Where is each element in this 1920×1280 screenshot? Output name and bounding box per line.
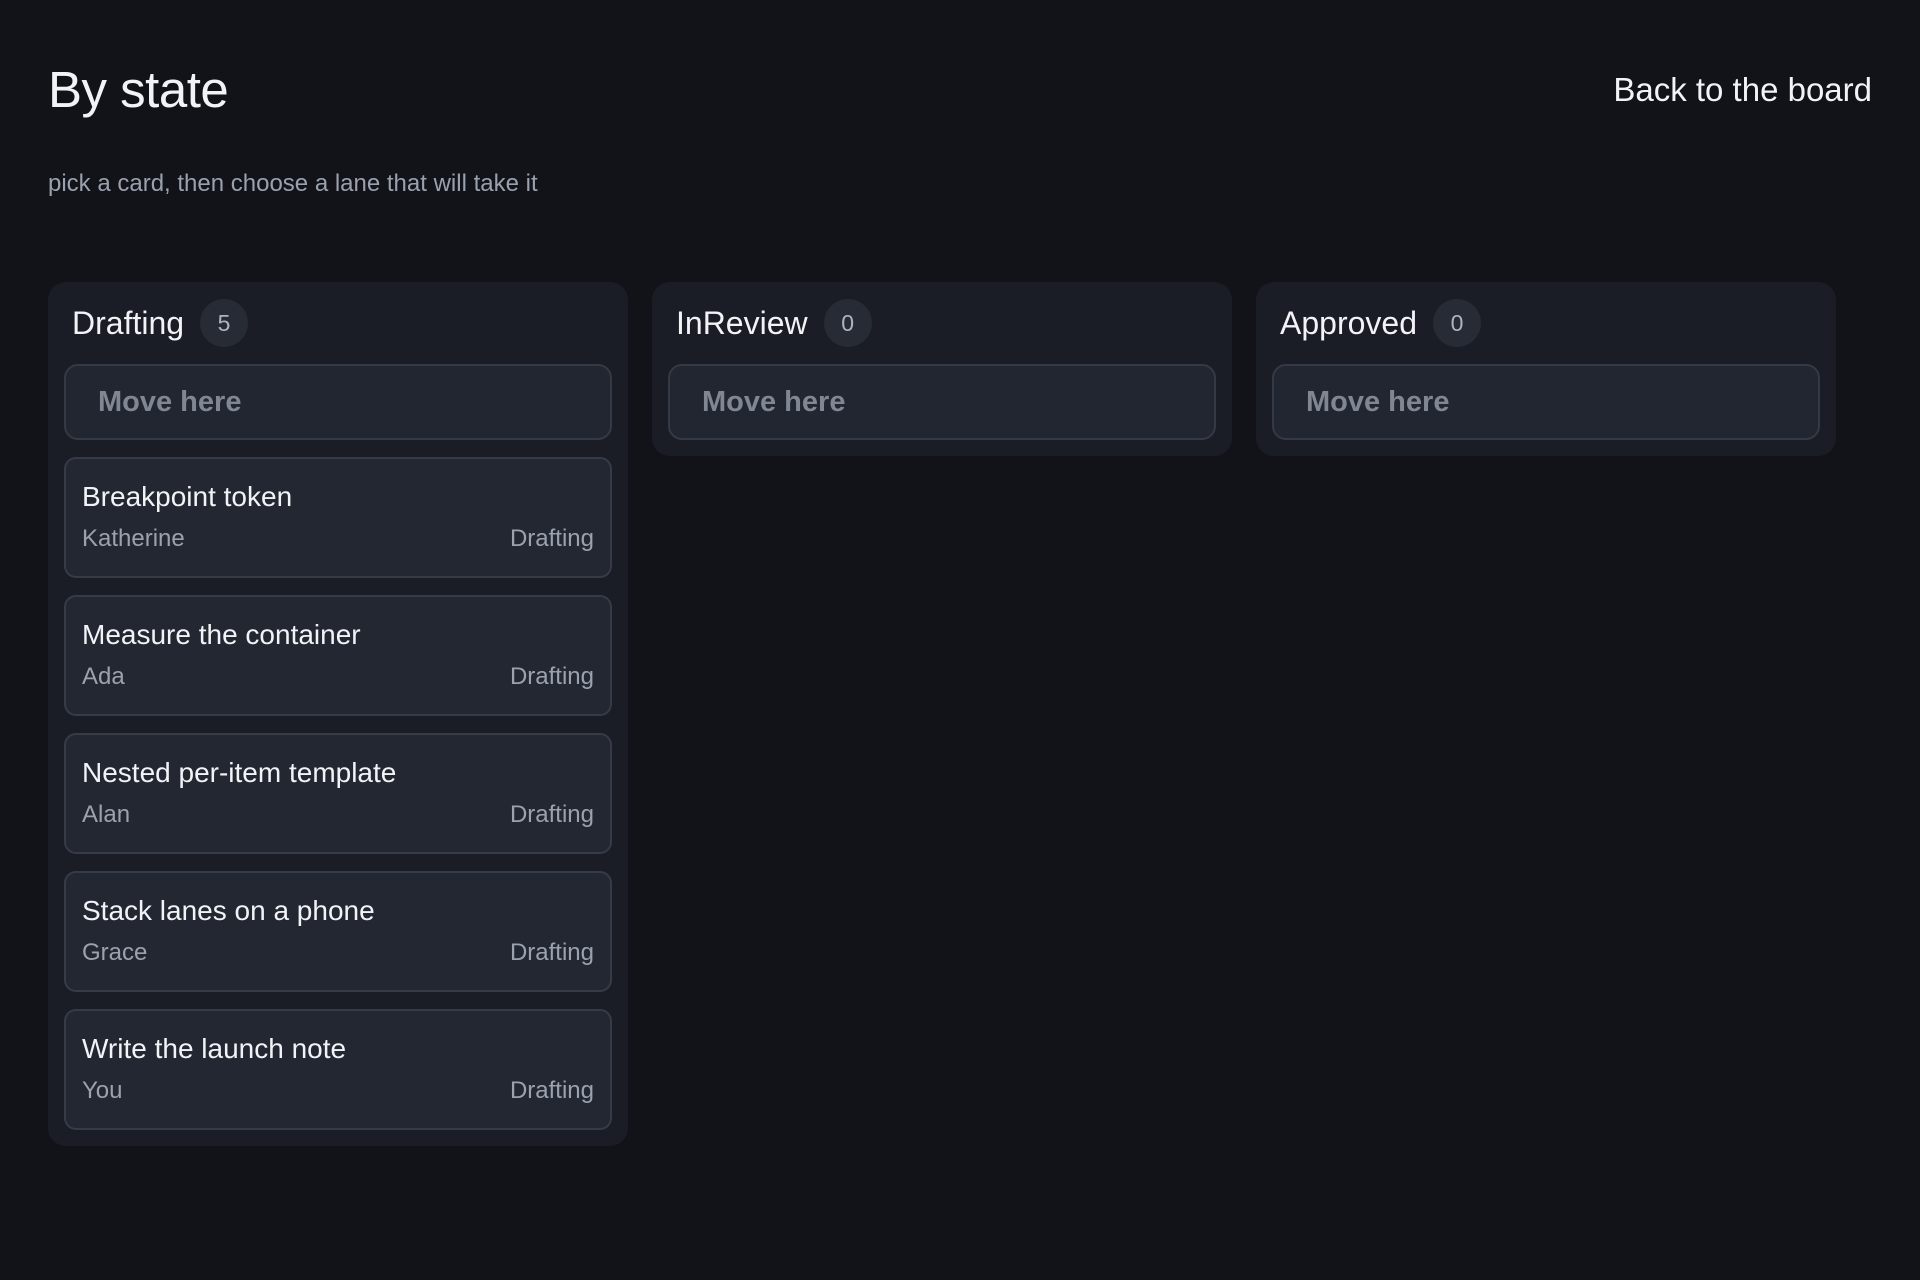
lane-count-badge: 0 (823, 299, 872, 347)
card-title: Stack lanes on a phone (82, 895, 375, 926)
lane-approved: Approved 0 Move here (1256, 282, 1836, 456)
card-state: Drafting (509, 663, 594, 690)
move-here-button[interactable]: Move here (668, 364, 1216, 440)
card[interactable]: Breakpoint token Katherine Drafting (64, 457, 612, 578)
card-title: Write the launch note (82, 1033, 347, 1064)
card-assignee: Katherine (82, 525, 185, 552)
lane-count-badge: 5 (200, 299, 249, 347)
card-title: Breakpoint token (82, 481, 293, 512)
page-subtitle: pick a card, then choose a lane that wil… (48, 170, 538, 197)
card-meta: You Drafting (82, 1075, 594, 1107)
card[interactable]: Stack lanes on a phone Grace Drafting (64, 871, 612, 992)
lane-count-badge: 0 (1432, 299, 1481, 347)
card[interactable]: Write the launch note You Drafting (64, 1009, 612, 1130)
card[interactable]: Nested per-item template Alan Drafting (64, 733, 612, 854)
card-state: Drafting (509, 801, 594, 828)
lane-inreview: InReview 0 Move here (652, 282, 1232, 456)
card-meta: Alan Drafting (82, 799, 594, 831)
card[interactable]: Measure the container Ada Drafting (64, 595, 612, 716)
lane-drafting: Drafting 5 Move here Breakpoint token Ka… (48, 282, 628, 1146)
card-title: Measure the container (82, 619, 361, 650)
page-title: By state (48, 61, 229, 118)
back-to-board-link[interactable]: Back to the board (1613, 67, 1872, 113)
card-assignee: Grace (82, 939, 148, 966)
card-list: Breakpoint token Katherine Drafting Meas… (64, 457, 612, 1130)
lane-title: Approved (1280, 304, 1417, 341)
card-meta: Katherine Drafting (82, 523, 594, 555)
card-assignee: Ada (82, 663, 125, 690)
card-state: Drafting (509, 525, 594, 552)
lane-header: Drafting 5 (64, 298, 612, 348)
lane-header: InReview 0 (668, 298, 1216, 348)
card-state: Drafting (509, 1077, 594, 1104)
lane-title: InReview (676, 304, 808, 341)
card-state: Drafting (509, 939, 594, 966)
move-here-button[interactable]: Move here (64, 364, 612, 440)
lane-header: Approved 0 (1272, 298, 1820, 348)
page-header: By state Back to the board (48, 55, 1872, 125)
lane-title: Drafting (72, 304, 185, 341)
card-meta: Grace Drafting (82, 937, 594, 969)
card-assignee: Alan (82, 801, 131, 828)
move-here-button[interactable]: Move here (1272, 364, 1820, 440)
card-assignee: You (82, 1077, 123, 1104)
card-meta: Ada Drafting (82, 661, 594, 693)
card-title: Nested per-item template (82, 757, 397, 788)
